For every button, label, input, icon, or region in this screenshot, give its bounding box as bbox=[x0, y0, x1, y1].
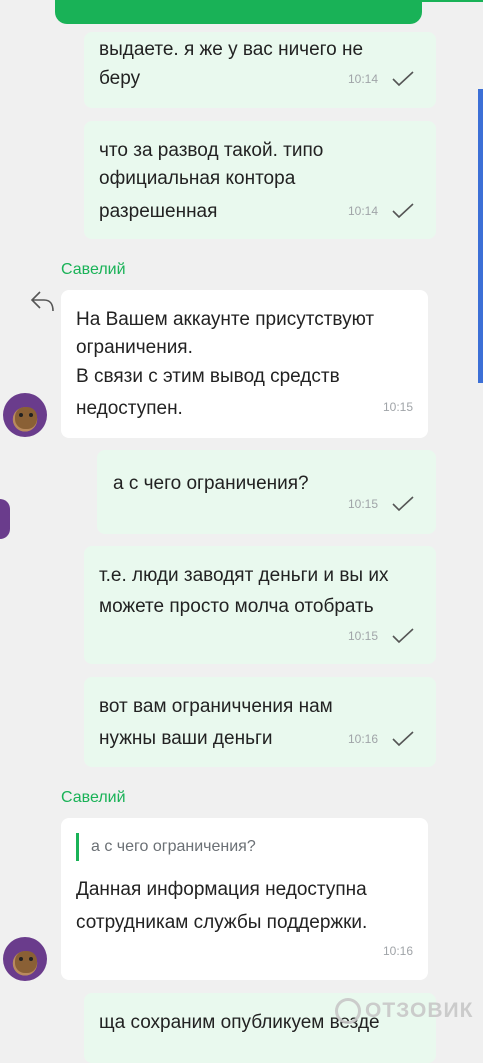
message-time: 10:16 bbox=[383, 944, 414, 958]
watermark-text: ОТЗОВИК bbox=[365, 999, 474, 1022]
otzovik-icon bbox=[335, 998, 361, 1024]
message-time: 10:14 bbox=[348, 72, 379, 86]
message-text-line: можете просто молча отобрать bbox=[99, 596, 374, 617]
watermark-logo: ОТЗОВИК bbox=[335, 998, 473, 1024]
avatar[interactable] bbox=[3, 393, 47, 437]
message-text-line: т.е. люди заводят деньги и вы их bbox=[99, 565, 389, 586]
message-text-line: разрешенная bbox=[99, 201, 218, 222]
outgoing-message: вот вам ограниччения нам нужны ваши день… bbox=[84, 677, 436, 767]
message-text-line: выдаете. я же у вас ничего не bbox=[99, 39, 364, 60]
outgoing-message: выдаете. я же у вас ничего не беру 10:14 bbox=[84, 32, 436, 108]
top-accent-line bbox=[422, 0, 483, 2]
message-time: 10:16 bbox=[348, 732, 379, 746]
message-text-line: На Вашем аккаунте присутствуют bbox=[76, 309, 375, 330]
top-header-bar bbox=[55, 0, 422, 24]
message-text-line: что за развод такой. типо bbox=[99, 140, 324, 161]
message-text-line: недоступен. bbox=[76, 398, 183, 419]
message-text-line: а с чего ограничения? bbox=[113, 473, 309, 494]
message-text-line: ограничения. bbox=[76, 337, 193, 358]
quoted-message[interactable]: а с чего ограничения? bbox=[76, 833, 256, 861]
outgoing-message: что за развод такой. типо официальная ко… bbox=[84, 121, 436, 239]
message-time: 10:15 bbox=[348, 497, 379, 511]
message-text-line: официальная контора bbox=[99, 168, 296, 189]
incoming-message: На Вашем аккаунте присутствуют ограничен… bbox=[61, 290, 428, 438]
outgoing-message: а с чего ограничения? 10:15 bbox=[97, 450, 436, 534]
message-time: 10:15 bbox=[383, 400, 414, 414]
avatar[interactable] bbox=[3, 937, 47, 981]
sender-name: Савелий bbox=[61, 261, 126, 278]
message-text-line: нужны ваши деньги bbox=[99, 728, 273, 749]
reply-icon[interactable] bbox=[30, 289, 56, 313]
check-icon bbox=[392, 731, 414, 747]
outgoing-message: т.е. люди заводят деньги и вы их можете … bbox=[84, 546, 436, 664]
scrollbar[interactable] bbox=[478, 89, 483, 383]
check-icon bbox=[392, 628, 414, 644]
sender-name: Савелий bbox=[61, 789, 126, 806]
check-icon bbox=[392, 496, 414, 512]
message-text-line: В связи с этим вывод средств bbox=[76, 366, 340, 387]
check-icon bbox=[392, 203, 414, 219]
message-time: 10:15 bbox=[348, 629, 379, 643]
message-text-line: сотрудникам службы поддержки. bbox=[76, 912, 368, 933]
message-text-line: вот вам ограниччения нам bbox=[99, 696, 333, 717]
message-text-line: Данная информация недоступна bbox=[76, 879, 367, 900]
check-icon bbox=[392, 71, 414, 87]
message-time: 10:14 bbox=[348, 204, 379, 218]
message-text-line: беру bbox=[99, 68, 141, 89]
avatar bbox=[0, 499, 10, 539]
